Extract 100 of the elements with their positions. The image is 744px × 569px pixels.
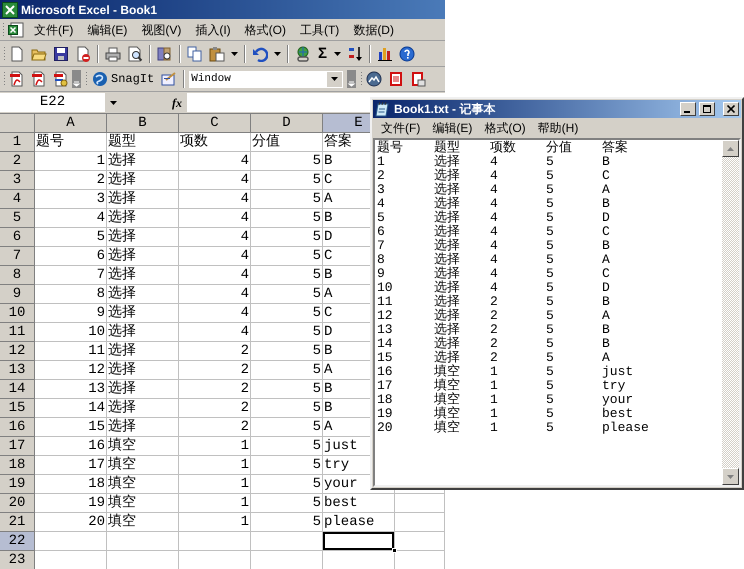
- table-cell: 4: [179, 228, 251, 247]
- table-cell: [395, 513, 445, 532]
- text-line: B: [602, 323, 611, 337]
- column-header[interactable]: C: [179, 114, 251, 133]
- row-header[interactable]: 10: [0, 304, 35, 323]
- toolbar-chevron-icon[interactable]: [347, 70, 356, 88]
- menu-item[interactable]: 数据(D): [346, 20, 401, 38]
- row-header[interactable]: 18: [0, 456, 35, 475]
- row-header[interactable]: 11: [0, 323, 35, 342]
- row-header[interactable]: 21: [0, 513, 35, 532]
- text-line: 选择: [434, 309, 461, 323]
- copy-icon[interactable]: [187, 46, 203, 62]
- row-header[interactable]: 13: [0, 361, 35, 380]
- mountain-circle-icon[interactable]: [366, 71, 382, 87]
- text-line: 12: [377, 309, 394, 323]
- dropdown-arrow-icon[interactable]: [110, 100, 117, 104]
- table-cell: 填空: [107, 475, 179, 494]
- sort-icon[interactable]: [347, 46, 364, 62]
- column-header[interactable]: B: [107, 114, 179, 133]
- row-header[interactable]: 23: [0, 551, 35, 569]
- row-header[interactable]: 5: [0, 209, 35, 228]
- text-line: 选择: [434, 267, 461, 281]
- table-cell: 5: [251, 380, 323, 399]
- close-button[interactable]: [723, 102, 739, 116]
- column-header[interactable]: D: [251, 114, 323, 133]
- form-document-icon[interactable]: [410, 71, 426, 87]
- help-icon[interactable]: [399, 46, 416, 62]
- capture-profile-icon[interactable]: [161, 71, 178, 87]
- row-header[interactable]: 8: [0, 266, 35, 285]
- table-cell: 4: [179, 304, 251, 323]
- name-box[interactable]: E22: [0, 93, 105, 112]
- autosum-button[interactable]: Σ: [314, 46, 332, 61]
- text-line: 19: [377, 407, 394, 421]
- undo-icon[interactable]: [252, 46, 268, 62]
- menu-item[interactable]: 文件(F): [27, 20, 80, 38]
- new-document-icon[interactable]: [9, 46, 25, 62]
- row-header[interactable]: 6: [0, 228, 35, 247]
- no-entry-document-icon[interactable]: [75, 46, 91, 62]
- pdf-document-icon[interactable]: [9, 71, 25, 87]
- caret-icon[interactable]: [334, 52, 342, 56]
- table-cell: 10: [35, 323, 107, 342]
- fill-handle[interactable]: [392, 548, 397, 553]
- row-header[interactable]: 12: [0, 342, 35, 361]
- maximize-button[interactable]: [699, 102, 715, 116]
- print-preview-icon[interactable]: [127, 46, 143, 62]
- menu-item[interactable]: 编辑(E): [426, 119, 478, 137]
- save-icon[interactable]: [53, 46, 69, 62]
- row-header[interactable]: 16: [0, 418, 35, 437]
- text-line: 1: [490, 393, 499, 407]
- row-header[interactable]: 15: [0, 399, 35, 418]
- globe-link-icon[interactable]: [295, 46, 311, 62]
- document-lines-icon[interactable]: [388, 71, 404, 87]
- table-cell: 选择: [107, 266, 179, 285]
- text-line: 8: [377, 253, 386, 267]
- row-header[interactable]: 3: [0, 171, 35, 190]
- menu-item[interactable]: 工具(T): [292, 20, 346, 38]
- menu-item[interactable]: 视图(V): [134, 20, 188, 38]
- text-line: 17: [377, 379, 394, 393]
- caret-icon[interactable]: [274, 52, 281, 56]
- table-cell: 项数: [179, 133, 251, 152]
- scroll-down-button[interactable]: [722, 468, 739, 485]
- row-header[interactable]: 2: [0, 152, 35, 171]
- column-header[interactable]: A: [35, 114, 107, 133]
- toolbar-chevron-icon[interactable]: [72, 70, 81, 88]
- menu-item[interactable]: 插入(I): [188, 20, 238, 38]
- scrollbar[interactable]: [722, 140, 739, 485]
- row-header[interactable]: 9: [0, 285, 35, 304]
- spreadsheet-document-icon[interactable]: [8, 22, 24, 38]
- row-header[interactable]: 20: [0, 494, 35, 513]
- research-icon[interactable]: [157, 46, 173, 62]
- menu-item[interactable]: 格式(O): [478, 119, 532, 137]
- paste-icon[interactable]: [209, 46, 225, 62]
- text-line: 填空: [434, 365, 461, 379]
- menu-item[interactable]: 编辑(E): [80, 20, 134, 38]
- select-all-corner[interactable]: [0, 114, 35, 133]
- window-combo[interactable]: Window: [188, 70, 344, 88]
- table-cell: 选择: [107, 380, 179, 399]
- row-header[interactable]: 4: [0, 190, 35, 209]
- menu-item[interactable]: 帮助(H): [532, 119, 584, 137]
- bar-chart-icon[interactable]: [377, 46, 394, 62]
- row-header[interactable]: 1: [0, 133, 35, 152]
- row-header[interactable]: 19: [0, 475, 35, 494]
- selected-cell[interactable]: [323, 532, 395, 551]
- minimize-button[interactable]: [680, 102, 696, 116]
- caret-icon[interactable]: [231, 52, 238, 56]
- scroll-up-button[interactable]: [722, 140, 739, 157]
- row-header[interactable]: 22: [0, 532, 35, 551]
- pdf-document-icon[interactable]: [31, 71, 47, 87]
- text-line: 选择: [434, 295, 461, 309]
- text-line: 4: [490, 183, 499, 197]
- row-header[interactable]: 17: [0, 437, 35, 456]
- menu-item[interactable]: 格式(O): [238, 20, 293, 38]
- text-line: 5: [546, 421, 555, 435]
- row-header[interactable]: 14: [0, 380, 35, 399]
- pdf-convert-icon[interactable]: [53, 71, 69, 87]
- printer-icon[interactable]: [105, 46, 121, 62]
- row-header[interactable]: 7: [0, 247, 35, 266]
- snagit-button[interactable]: SnagIt: [88, 70, 158, 88]
- dropdown-arrow-icon[interactable]: [331, 77, 338, 81]
- function-label[interactable]: fx: [169, 94, 185, 112]
